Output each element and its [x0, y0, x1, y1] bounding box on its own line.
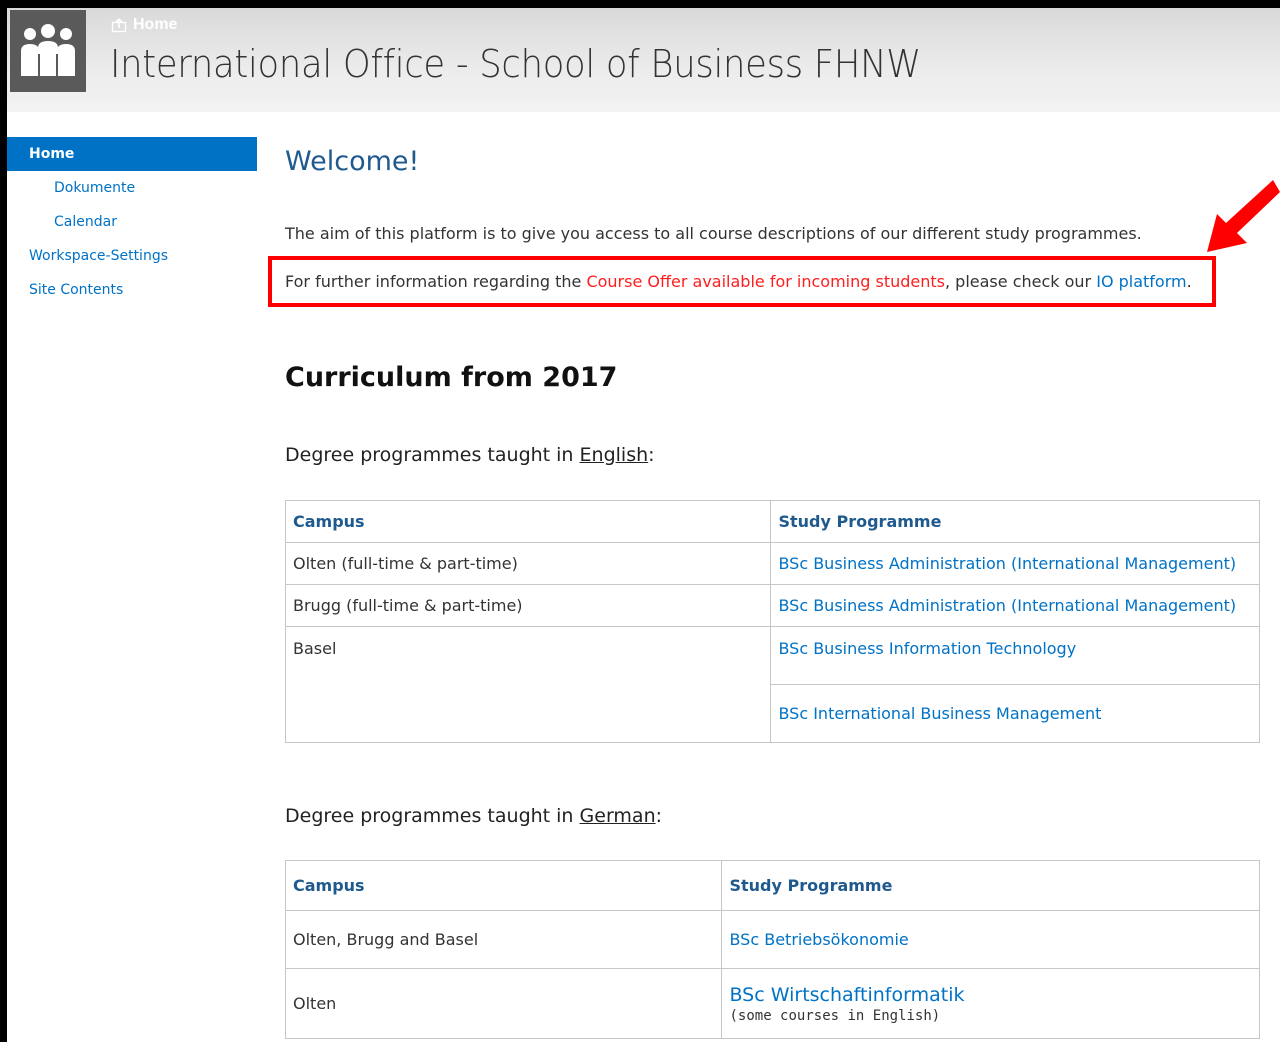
english-section-label: Degree programmes taught in English:: [285, 444, 655, 466]
io-platform-link[interactable]: IO platform: [1096, 272, 1186, 291]
breadcrumb[interactable]: Home: [111, 16, 177, 34]
table-header-row: Campus Study Programme: [284, 500, 1260, 543]
german-programmes-table: Campus Study Programme Olten, Brugg and …: [284, 860, 1260, 1039]
main-content: Welcome! The aim of this platform is to …: [268, 140, 1265, 1039]
programme-link[interactable]: BSc Wirtschaftinformatik: [729, 984, 964, 1006]
english-label-prefix: Degree programmes taught in: [285, 444, 580, 466]
german-section-label: Degree programmes taught in German:: [285, 805, 662, 827]
curriculum-heading: Curriculum from 2017: [285, 362, 618, 393]
nav-item-dokumente[interactable]: Dokumente: [7, 171, 257, 205]
campus-cell: Olten: [284, 968, 723, 1039]
german-language: German: [579, 805, 656, 827]
campus-header: Campus: [284, 500, 772, 543]
german-label-suffix: :: [655, 805, 663, 827]
site-title[interactable]: International Office - School of Busines…: [110, 42, 921, 86]
share-icon: [111, 17, 127, 33]
programme-header: Study Programme: [770, 500, 1260, 543]
programme-cell: BSc Business Information Technology: [770, 626, 1260, 685]
info-suffix: .: [1186, 272, 1192, 291]
quick-launch: Home Dokumente Calendar Workspace-Settin…: [7, 137, 257, 307]
table-row: Olten BSc Wirtschaftinformatik (some cou…: [284, 968, 1260, 1039]
suite-header: Home International Office - School of Bu…: [7, 8, 1280, 112]
german-label-prefix: Degree programmes taught in: [285, 805, 580, 827]
campus-cell: Brugg (full-time & part-time): [284, 584, 772, 627]
table-row: Olten (full-time & part-time) BSc Busine…: [284, 542, 1260, 585]
programme-link[interactable]: BSc International Business Management: [778, 704, 1101, 723]
programme-link[interactable]: BSc Betriebsökonomie: [729, 930, 908, 949]
programme-link[interactable]: BSc Business Administration (Internation…: [778, 554, 1236, 573]
programme-cell: BSc Betriebsökonomie: [721, 910, 1260, 969]
nav-item-workspace-settings[interactable]: Workspace-Settings: [7, 239, 257, 273]
site-logo[interactable]: [10, 10, 86, 92]
intro-text: The aim of this platform is to give you …: [285, 224, 1142, 243]
nav-item-site-contents[interactable]: Site Contents: [7, 273, 257, 307]
campus-cell: Olten, Brugg and Basel: [284, 910, 723, 969]
table-row: Olten, Brugg and Basel BSc Betriebsökono…: [284, 910, 1260, 969]
red-arrow-icon: [1207, 180, 1280, 252]
info-text: For further information regarding the Co…: [285, 272, 1192, 291]
english-programmes-table: Campus Study Programme Olten (full-time …: [284, 500, 1260, 743]
programme-cell: BSc Business Administration (Internation…: [770, 542, 1260, 585]
programme-cell: BSc International Business Management: [770, 684, 1260, 743]
programme-cell: BSc Wirtschaftinformatik (some courses i…: [721, 968, 1260, 1039]
info-prefix: For further information regarding the: [285, 272, 587, 291]
table-row: Basel BSc Business Information Technolog…: [284, 626, 1260, 743]
people-group-icon: [21, 24, 75, 76]
campus-header: Campus: [284, 860, 723, 911]
english-label-suffix: :: [648, 444, 655, 466]
table-row: Brugg (full-time & part-time) BSc Busine…: [284, 584, 1260, 627]
info-middle: , please check our: [945, 272, 1097, 291]
english-language: English: [579, 444, 649, 466]
campus-cell: Olten (full-time & part-time): [284, 542, 772, 585]
course-offer-link[interactable]: Course Offer available for incoming stud…: [586, 272, 945, 291]
table-header-row: Campus Study Programme: [284, 860, 1260, 911]
programme-cell: BSc Business Administration (Internation…: [770, 584, 1260, 627]
nav-item-calendar[interactable]: Calendar: [7, 205, 257, 239]
nav-item-home[interactable]: Home: [7, 137, 257, 171]
programme-link[interactable]: BSc Business Information Technology: [778, 639, 1076, 658]
programme-note: (some courses in English): [729, 1007, 941, 1024]
breadcrumb-home[interactable]: Home: [133, 16, 177, 34]
page-title: Welcome!: [285, 146, 420, 177]
campus-cell: Basel: [284, 626, 772, 743]
programme-link[interactable]: BSc Business Administration (Internation…: [778, 596, 1236, 615]
programme-header: Study Programme: [721, 860, 1260, 911]
